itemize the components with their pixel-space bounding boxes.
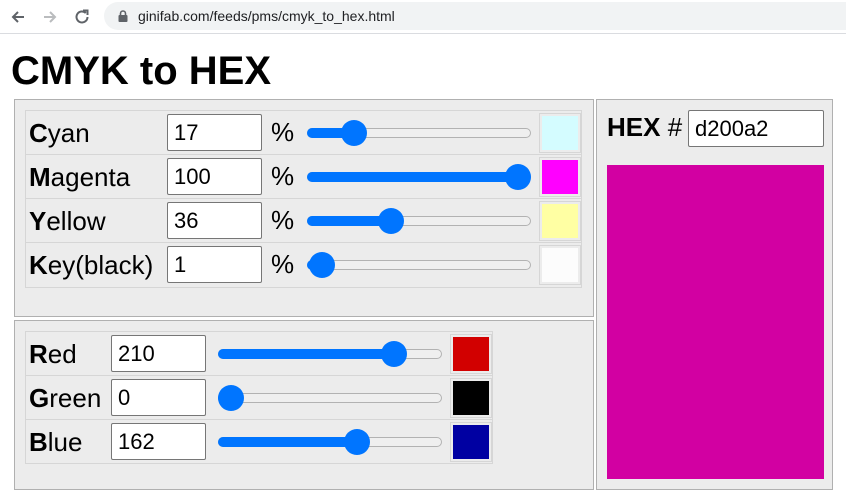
cmyk-panel: Cyan%Magenta%Yellow%Key(black)% xyxy=(14,99,594,317)
slider-thumb[interactable] xyxy=(308,252,335,278)
slider-track xyxy=(307,260,531,270)
hex-label: HEX # xyxy=(607,112,683,142)
cmyk-color-swatch xyxy=(539,113,581,153)
rgb-color-swatch xyxy=(450,378,492,418)
forward-button[interactable] xyxy=(37,4,63,30)
cmyk-slider[interactable] xyxy=(307,207,531,235)
cmyk-row: Cyan% xyxy=(26,111,581,155)
cmyk-value-input[interactable] xyxy=(167,246,262,283)
cmyk-row: Yellow% xyxy=(26,199,581,243)
percent-sign: % xyxy=(271,161,295,191)
slider-fill xyxy=(307,172,518,182)
rgb-color-swatch xyxy=(450,422,492,462)
swatch-fill xyxy=(542,248,578,282)
rgb-row: Red xyxy=(26,332,492,376)
swatch-fill xyxy=(542,160,578,194)
rgb-slider[interactable] xyxy=(218,428,442,456)
rgb-slider[interactable] xyxy=(218,340,442,368)
slider-thumb[interactable] xyxy=(340,120,367,146)
back-button[interactable] xyxy=(5,4,31,30)
reload-icon xyxy=(75,9,89,24)
swatch-fill xyxy=(542,204,578,238)
cmyk-row-label: Cyan xyxy=(29,118,90,148)
swatch-fill xyxy=(453,425,489,459)
cmyk-color-swatch xyxy=(539,157,581,197)
rgb-row-label: Red xyxy=(29,339,77,369)
rgb-row: Green xyxy=(26,376,492,420)
rgb-slider[interactable] xyxy=(218,384,442,412)
cmyk-value-input[interactable] xyxy=(167,202,262,239)
cmyk-color-swatch xyxy=(539,201,581,241)
percent-sign: % xyxy=(271,117,295,147)
cmyk-table: Cyan%Magenta%Yellow%Key(black)% xyxy=(25,110,582,288)
rgb-value-input[interactable] xyxy=(111,379,206,416)
cmyk-slider[interactable] xyxy=(307,251,531,279)
hex-panel: HEX # xyxy=(596,99,833,490)
swatch-fill xyxy=(542,116,578,150)
hex-input[interactable] xyxy=(688,110,824,147)
cmyk-row-label: Yellow xyxy=(29,206,106,236)
rgb-table: Red Green Blue xyxy=(25,331,493,464)
reload-button[interactable] xyxy=(69,4,95,30)
rgb-color-swatch xyxy=(450,334,492,374)
swatch-fill xyxy=(453,337,489,371)
forward-arrow-icon xyxy=(44,11,57,23)
cmyk-row-label: Key(black) xyxy=(29,250,154,280)
address-bar[interactable]: ginifab.com/feeds/pms/cmyk_to_hex.html xyxy=(104,2,846,30)
cmyk-row-label: Magenta xyxy=(29,162,131,192)
cmyk-value-input[interactable] xyxy=(167,114,262,151)
rgb-panel: Red Green Blue xyxy=(14,320,594,490)
back-arrow-icon xyxy=(11,11,24,23)
page-title: CMYK to HEX xyxy=(11,49,271,93)
rgb-row: Blue xyxy=(26,420,492,464)
percent-sign: % xyxy=(271,249,295,279)
cmyk-value-input[interactable] xyxy=(167,158,262,195)
slider-fill xyxy=(218,437,357,447)
cmyk-slider[interactable] xyxy=(307,163,531,191)
browser-toolbar: ginifab.com/feeds/pms/cmyk_to_hex.html xyxy=(0,0,846,34)
slider-thumb[interactable] xyxy=(381,341,408,367)
percent-sign: % xyxy=(271,205,295,235)
slider-track xyxy=(218,393,442,403)
rgb-row-label: Green xyxy=(29,383,102,413)
slider-thumb[interactable] xyxy=(218,385,244,411)
cmyk-row: Magenta% xyxy=(26,155,581,199)
slider-thumb[interactable] xyxy=(505,164,531,190)
rgb-value-input[interactable] xyxy=(111,423,206,460)
swatch-fill xyxy=(453,381,489,415)
lock-icon xyxy=(118,10,128,22)
color-preview xyxy=(607,165,824,479)
cmyk-color-swatch xyxy=(539,245,581,285)
rgb-value-input[interactable] xyxy=(111,335,206,372)
slider-thumb[interactable] xyxy=(378,208,405,234)
slider-fill xyxy=(218,349,395,359)
cmyk-slider[interactable] xyxy=(307,119,531,147)
url-text: ginifab.com/feeds/pms/cmyk_to_hex.html xyxy=(138,8,395,24)
cmyk-row: Key(black)% xyxy=(26,243,581,287)
slider-thumb[interactable] xyxy=(343,429,370,455)
rgb-row-label: Blue xyxy=(29,427,83,457)
